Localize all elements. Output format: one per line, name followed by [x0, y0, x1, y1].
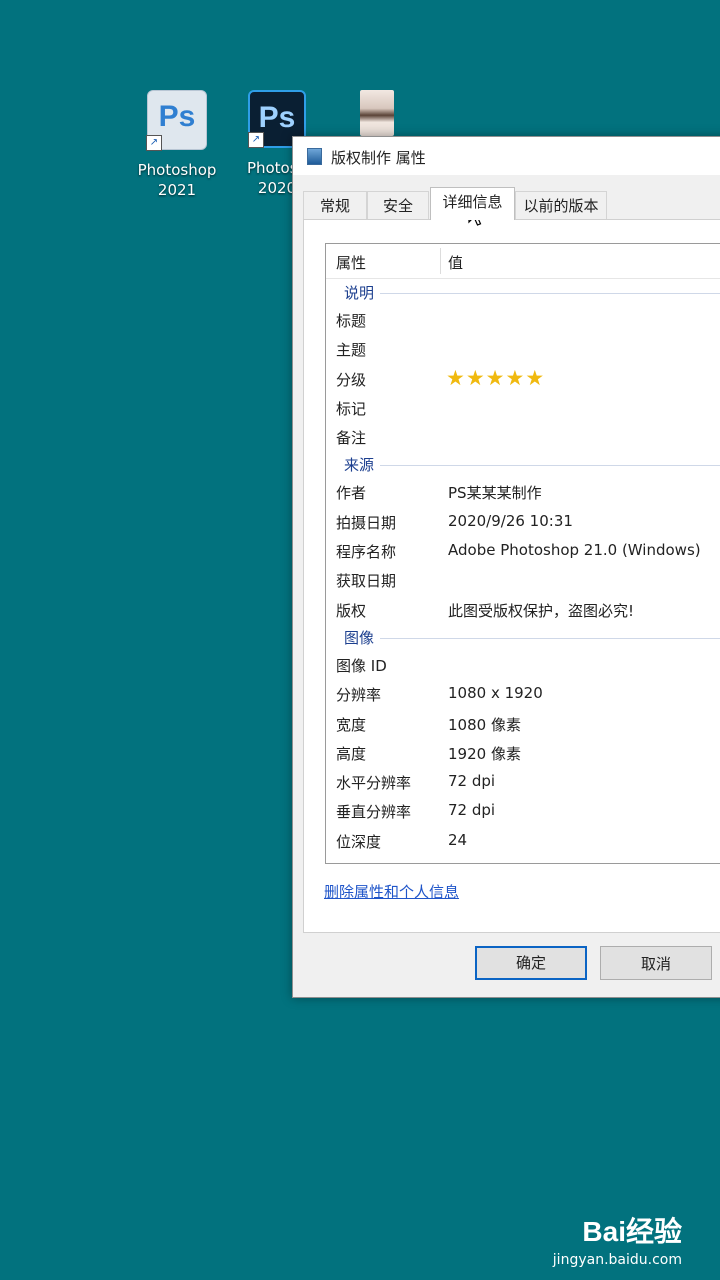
property-row[interactable]: 图像 ID: [326, 650, 720, 679]
group-header-origin: 来源: [326, 451, 720, 477]
dialog-title: 版权制作 属性: [331, 149, 426, 167]
property-row[interactable]: 标记: [326, 393, 720, 422]
property-row[interactable]: 标题: [326, 305, 720, 334]
property-row[interactable]: 拍摄日期 2020/9/26 10:31: [326, 507, 720, 536]
tab-security[interactable]: 安全: [367, 191, 429, 220]
details-tab-panel: 属性 值 说明 标题 主题 分级 ★★★★★ 标记 备注 来源 作者 PS某某某…: [303, 219, 720, 933]
column-divider[interactable]: [440, 248, 441, 274]
column-header-property[interactable]: 属性: [336, 252, 366, 273]
rating-stars[interactable]: ★★★★★: [446, 366, 545, 390]
property-row[interactable]: 版权 此图受版权保护，盗图必究!: [326, 595, 720, 624]
image-thumbnail-icon: [360, 90, 394, 136]
column-header-value[interactable]: 值: [448, 252, 463, 273]
star-icon[interactable]: ★: [466, 366, 486, 390]
group-header-image: 图像: [326, 624, 720, 650]
cancel-button[interactable]: 取消: [600, 946, 712, 980]
watermark-logo: Bai经验: [582, 1216, 682, 1247]
property-row[interactable]: 分辨率 1080 x 1920: [326, 679, 720, 708]
properties-dialog: 版权制作 属性 常规 安全 详细信息 以前的版本 属性 值 说明 标题 主题 分…: [292, 136, 720, 998]
property-row[interactable]: 垂直分辨率 72 dpi: [326, 796, 720, 825]
desktop-icon-photoshop-2021[interactable]: Ps ↗ Photoshop 2021: [132, 90, 222, 200]
property-row[interactable]: 水平分辨率 72 dpi: [326, 767, 720, 796]
group-header-description: 说明: [326, 279, 720, 305]
property-row[interactable]: 获取日期: [326, 565, 720, 594]
property-row[interactable]: 位深度 24: [326, 826, 720, 855]
list-header: 属性 值: [326, 244, 720, 279]
property-row[interactable]: 高度 1920 像素: [326, 738, 720, 767]
property-row[interactable]: 程序名称 Adobe Photoshop 21.0 (Windows): [326, 536, 720, 565]
tab-details[interactable]: 详细信息: [430, 187, 515, 220]
tab-general[interactable]: 常规: [303, 191, 367, 220]
star-icon[interactable]: ★: [486, 366, 506, 390]
property-row[interactable]: 宽度 1080 像素: [326, 709, 720, 738]
star-icon[interactable]: ★: [505, 366, 525, 390]
image-file-icon: [307, 148, 322, 165]
property-row[interactable]: 主题: [326, 334, 720, 363]
star-icon[interactable]: ★: [525, 366, 545, 390]
remove-properties-link[interactable]: 删除属性和个人信息: [324, 881, 459, 902]
star-icon[interactable]: ★: [446, 366, 466, 390]
shortcut-arrow-icon: ↗: [248, 132, 264, 148]
dialog-titlebar[interactable]: 版权制作 属性: [293, 137, 720, 175]
property-row-rating[interactable]: 分级 ★★★★★: [326, 364, 720, 393]
desktop-icon-image-file[interactable]: [332, 90, 422, 136]
property-row[interactable]: 备注: [326, 422, 720, 451]
desktop-icon-label: Photoshop 2021: [137, 161, 217, 199]
photoshop-2021-icon: Ps ↗: [146, 90, 207, 151]
property-row[interactable]: 作者 PS某某某制作: [326, 477, 720, 506]
ok-button[interactable]: 确定: [475, 946, 587, 980]
baidu-jingyan-watermark: Bai经验 jingyan.baidu.com: [553, 1210, 682, 1268]
shortcut-arrow-icon: ↗: [146, 135, 162, 151]
details-property-list[interactable]: 属性 值 说明 标题 主题 分级 ★★★★★ 标记 备注 来源 作者 PS某某某…: [325, 243, 720, 864]
watermark-url: jingyan.baidu.com: [552, 1252, 682, 1268]
tab-previous-versions[interactable]: 以前的版本: [515, 191, 607, 220]
